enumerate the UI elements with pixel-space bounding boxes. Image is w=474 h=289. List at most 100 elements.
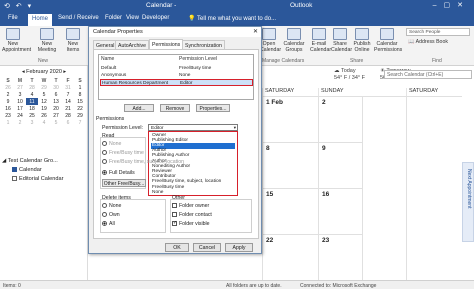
mini-calendar-day[interactable]: 19 xyxy=(38,105,50,112)
mini-calendar-day[interactable]: 29 xyxy=(74,112,86,119)
mini-calendar-day[interactable]: 6 xyxy=(62,119,74,126)
checkbox-icon[interactable] xyxy=(12,167,17,172)
mini-calendar-day[interactable]: 7 xyxy=(74,119,86,126)
mini-calendar-day[interactable]: 17 xyxy=(14,105,26,112)
other-option[interactable]: Folder owner xyxy=(172,203,209,209)
other-free-busy-button[interactable]: Other Free/Busy... xyxy=(102,179,146,187)
mini-calendar-day[interactable]: 14 xyxy=(62,98,74,105)
tab-home[interactable]: Home xyxy=(28,14,53,26)
mini-calendar-day[interactable]: 2 xyxy=(14,119,26,126)
mini-calendar-day[interactable]: 16 xyxy=(2,105,14,112)
mini-calendar-day[interactable]: 3 xyxy=(14,91,26,98)
tab-general[interactable]: General xyxy=(93,40,118,49)
mini-calendar-day[interactable]: 4 xyxy=(38,119,50,126)
mini-calendar-day[interactable]: 25 xyxy=(26,112,38,119)
publish-online-button[interactable]: Publish Online xyxy=(352,28,372,53)
day-column[interactable] xyxy=(362,96,406,280)
mini-calendar-day[interactable]: 23 xyxy=(2,112,14,119)
mini-calendar-day[interactable]: 7 xyxy=(62,91,74,98)
new-items-button[interactable]: New Items xyxy=(62,28,84,53)
mini-calendar-day[interactable]: 28 xyxy=(62,112,74,119)
permissions-table[interactable]: Name Permission Level Default Free/Busy … xyxy=(98,54,254,100)
read-option[interactable]: Free/Busy time xyxy=(102,150,144,156)
mini-calendar-day[interactable]: 18 xyxy=(26,105,38,112)
mini-calendar-day[interactable]: 4 xyxy=(26,91,38,98)
mini-calendar-day[interactable]: 15 xyxy=(74,98,86,105)
apply-button[interactable]: Apply xyxy=(225,243,253,252)
share-calendar-button[interactable]: Share Calendar xyxy=(331,28,352,53)
tab-send-receive[interactable]: Send / Receive xyxy=(58,15,99,21)
mini-calendar-day[interactable]: 31 xyxy=(62,84,74,91)
next-month-icon[interactable]: ▸ xyxy=(62,69,66,75)
other-option[interactable]: Folder contact xyxy=(172,212,212,218)
calendar-item-calendar[interactable]: Calendar xyxy=(12,167,42,173)
day-column[interactable] xyxy=(406,96,462,280)
mini-calendar-day[interactable]: 26 xyxy=(2,84,14,91)
mini-calendar-day[interactable]: 10 xyxy=(14,98,26,105)
tab-autoarchive[interactable]: AutoArchive xyxy=(115,40,149,49)
next-appointment-button[interactable]: Next Appointment xyxy=(462,162,474,242)
mini-calendar-day[interactable]: 9 xyxy=(2,98,14,105)
day-cell[interactable]: 8 xyxy=(262,142,318,188)
table-row[interactable]: Anonymous None xyxy=(100,72,253,79)
calendar-search-input[interactable]: Search Calendar (Ctrl+E) xyxy=(384,70,472,79)
tab-permissions[interactable]: Permissions xyxy=(149,39,184,49)
day-cell[interactable]: 15 xyxy=(262,188,318,234)
calendar-permissions-button[interactable]: Calendar Permissions xyxy=(374,28,402,53)
new-appointment-button[interactable]: New Appointment xyxy=(2,28,31,53)
day-cell[interactable]: 23 xyxy=(318,234,362,280)
ok-button[interactable]: OK xyxy=(165,243,189,252)
tab-synchronization[interactable]: Synchronization xyxy=(182,40,225,49)
mini-calendar-day[interactable]: 13 xyxy=(50,98,62,105)
table-row[interactable]: Default Free/Busy time xyxy=(100,65,253,72)
delete-option[interactable]: All xyxy=(102,221,115,227)
delete-option[interactable]: None xyxy=(102,203,121,209)
add-button[interactable]: Add... xyxy=(124,104,154,112)
mini-calendar-day[interactable]: 27 xyxy=(50,112,62,119)
permission-level-select[interactable]: Editor ▾ xyxy=(148,124,238,131)
day-cell[interactable]: 16 xyxy=(318,188,362,234)
mini-calendar-month[interactable]: ◂ February 2020 ▸ xyxy=(2,69,86,75)
mini-calendar-day[interactable]: 12 xyxy=(38,98,50,105)
table-row-selected[interactable]: Human Resources Department Editor xyxy=(100,79,253,86)
mini-calendar-day[interactable]: 22 xyxy=(74,105,86,112)
calendar-groups-button[interactable]: Calendar Groups xyxy=(282,28,306,53)
new-meeting-button[interactable]: New Meeting xyxy=(36,28,58,53)
other-option[interactable]: Folder visible xyxy=(172,220,210,227)
window-controls[interactable]: –▢✕ xyxy=(433,1,470,9)
day-cell[interactable]: 9 xyxy=(318,142,362,188)
mini-calendar-day[interactable]: 1 xyxy=(74,84,86,91)
day-cell[interactable]: 1 Feb xyxy=(262,96,318,142)
delete-option[interactable]: Own xyxy=(102,212,120,218)
search-people-input[interactable]: Search People xyxy=(406,28,470,36)
day-cell[interactable]: 22 xyxy=(262,234,318,280)
mini-calendar-day[interactable]: 5 xyxy=(38,91,50,98)
email-calendar-button[interactable]: E-mail Calendar xyxy=(310,28,331,53)
mini-calendar-day[interactable]: 6 xyxy=(50,91,62,98)
close-icon[interactable]: ✕ xyxy=(253,28,258,35)
mini-calendar-day[interactable]: 5 xyxy=(50,119,62,126)
mini-calendar-day[interactable]: 1 xyxy=(2,119,14,126)
mini-calendar-day[interactable]: 20 xyxy=(50,105,62,112)
mini-calendar-day[interactable]: 27 xyxy=(14,84,26,91)
properties-button[interactable]: Properties... xyxy=(196,104,230,112)
tell-me-box[interactable]: 💡 Tell me what you want to do... xyxy=(188,15,276,22)
checkbox-icon[interactable] xyxy=(12,176,17,181)
remove-button[interactable]: Remove xyxy=(160,104,190,112)
quick-access-toolbar[interactable]: ⟲ ↶ ▾ xyxy=(4,2,33,10)
mini-calendar-day[interactable]: 26 xyxy=(38,112,50,119)
mini-calendar-day[interactable]: 24 xyxy=(14,112,26,119)
read-option[interactable]: Full Details xyxy=(102,170,135,176)
mini-calendar-day[interactable]: 3 xyxy=(26,119,38,126)
cancel-button[interactable]: Cancel xyxy=(193,243,221,252)
calendar-item-editorial[interactable]: Editorial Calendar xyxy=(12,176,63,182)
mini-calendar-day[interactable]: 29 xyxy=(38,84,50,91)
mini-calendar-day[interactable]: 2 xyxy=(2,91,14,98)
mini-calendar-day[interactable]: 30 xyxy=(50,84,62,91)
open-calendar-button[interactable]: Open Calendar xyxy=(260,28,281,53)
read-option[interactable]: Free/Busy time, subject, location xyxy=(102,159,184,165)
mini-calendar-day[interactable]: 8 xyxy=(74,91,86,98)
day-cell[interactable]: 2 xyxy=(318,96,362,142)
mini-calendar-day[interactable]: 11 xyxy=(26,98,38,105)
mini-calendar-day[interactable]: 28 xyxy=(26,84,38,91)
